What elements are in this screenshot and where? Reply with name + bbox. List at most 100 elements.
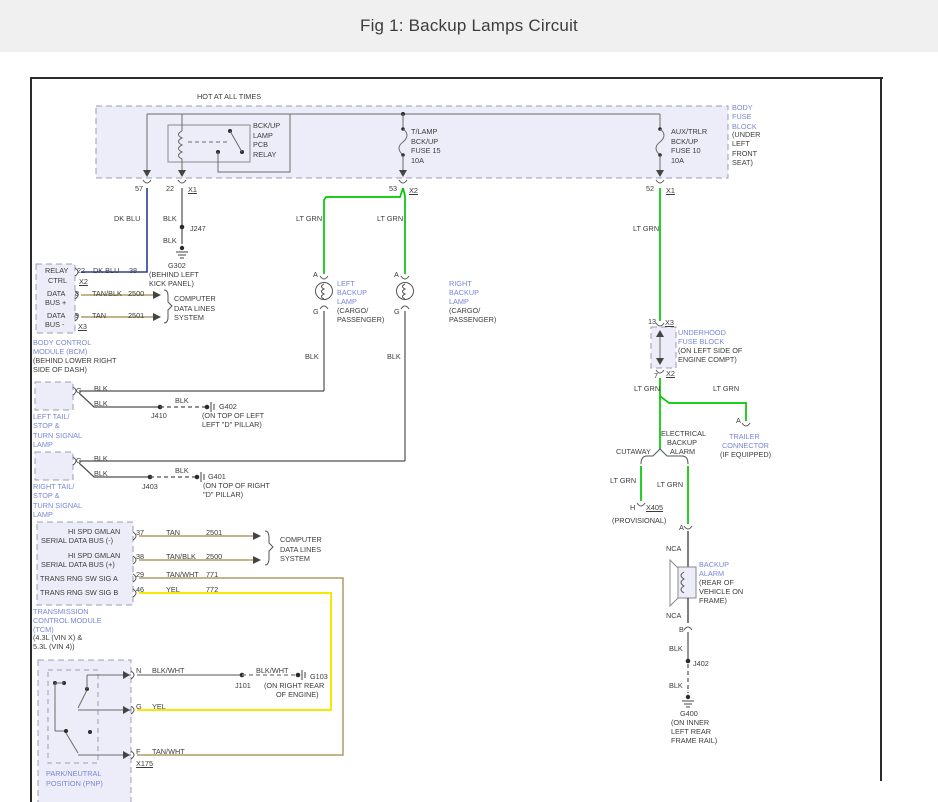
splice-j101: J101: [235, 681, 251, 690]
conn-x1-a: X1: [188, 185, 197, 194]
gnd-g400-loc: (ON INNER LEFT REAR FRAME RAIL): [671, 718, 717, 745]
pin-52: 52: [646, 184, 654, 193]
wire-blk-j247-up: BLK: [163, 214, 177, 223]
tcm-pin-gmlan-m2: SERIAL DATA BUS (-): [41, 536, 113, 545]
x405-loc: (PROVISIONAL): [612, 516, 666, 525]
ltail-blk-2: BLK: [94, 399, 108, 408]
wire-blkwht-2: BLK/WHT: [256, 666, 288, 675]
label-layer: HOT AT ALL TIMESBCK/UP LAMP PCB RELAYT/L…: [0, 52, 938, 802]
bcm-loc: (BEHIND LOWER RIGHT SIDE OF DASH): [33, 356, 117, 374]
rlamp-blk: BLK: [387, 352, 401, 361]
wire-tanblk-num: 2500: [128, 289, 144, 298]
tcm-pin-gmlan-p2: SERIAL DATA BUS (+): [41, 560, 115, 569]
body-fuse-block-loc: (UNDER LEFT FRONT SEAT): [732, 130, 760, 167]
alarm-pin-a: A: [679, 523, 684, 532]
tcm-pin-46: 46: [136, 585, 144, 594]
wire-ltgrn-dn: LT GRN: [634, 384, 660, 393]
wiring-diagram: HOT AT ALL TIMESBCK/UP LAMP PCB RELAYT/L…: [0, 52, 938, 802]
right-tail-name: RIGHT TAIL/ STOP & TURN SIGNAL LAMP: [33, 482, 82, 519]
wire-tan2501-num: 2501: [206, 528, 222, 537]
backup-alarm-name: BACKUP ALARM: [699, 560, 729, 578]
gnd-g103-loc2: OF ENGINE): [276, 690, 319, 699]
wire-ltgrn-right: LT GRN: [633, 224, 659, 233]
wire-tan-num: 2501: [128, 311, 144, 320]
llamp-pin-a: A: [313, 270, 318, 279]
wire-blk-j247-dn: BLK: [163, 236, 177, 245]
tcm-pin-38: 38: [136, 552, 144, 561]
wire-dkblu-color: DK BLU: [93, 266, 119, 275]
bcm-conn-x2: X2: [79, 277, 88, 286]
pnp-pin-f: F: [136, 747, 140, 756]
right-backup-lamp-loc: (CARGO/ PASSENGER): [449, 306, 496, 324]
pnp-pin-n: N: [136, 666, 141, 675]
wire-blk-j402-dn: BLK: [669, 681, 683, 690]
trailer-name-2: CONNECTOR: [722, 441, 769, 450]
elec-alarm-3: ALARM: [670, 447, 695, 456]
gnd-g401-loc: (ON TOP OF RIGHT "D" PILLAR): [203, 481, 270, 499]
wire-dkblu-num: 38: [129, 266, 137, 275]
pin-53: 53: [389, 184, 397, 193]
uh-pin-13: 13: [648, 317, 656, 326]
wire-ltgrn-cut1: LT GRN: [610, 476, 636, 485]
wire-dk-blu: DK BLU: [114, 214, 140, 223]
left-tail-name: LEFT TAIL/ STOP & TURN SIGNAL LAMP: [33, 412, 82, 449]
figure-title: Fig 1: Backup Lamps Circuit: [360, 16, 578, 36]
rlamp-pin-a: A: [394, 270, 399, 279]
gnd-g401: G401: [208, 472, 226, 481]
pnp-name: PARK/NEUTRAL POSITION (PNP): [46, 769, 103, 788]
body-fuse-block-name: BODY FUSE BLOCK: [732, 103, 757, 131]
wire-tanblk2500-num: 2500: [206, 552, 222, 561]
ltail-blk-3: BLK: [175, 396, 189, 405]
rtail-blk-1: BLK: [94, 454, 108, 463]
wire-ltgrn-cut2: LT GRN: [657, 480, 683, 489]
tcm-pin-gmlan-m1: HI SPD GMLAN: [68, 527, 120, 536]
right-backup-lamp-name: RIGHT BACKUP LAMP: [449, 279, 479, 306]
relay-name: BCK/UP LAMP PCB RELAY: [253, 121, 280, 159]
wire-ltgrn-trlr: LT GRN: [713, 384, 739, 393]
left-backup-lamp-loc: (CARGO/ PASSENGER): [337, 306, 384, 324]
gnd-g103-loc1: (ON RIGHT REAR: [264, 681, 324, 690]
rtail-blk-3: BLK: [175, 466, 189, 475]
rtail-pin-g: G: [76, 456, 82, 465]
wire-tanwht-color: TAN/WHT: [166, 570, 199, 579]
trailer-loc: (IF EQUIPPED): [720, 450, 771, 459]
bcm-pin-databus-p1: DATA: [47, 289, 65, 298]
ltail-pin-g: G: [76, 386, 82, 395]
tcm-pin-29: 29: [136, 570, 144, 579]
uh-pin-7: 7: [654, 371, 658, 380]
wire-tanblk-color: TAN/BLK: [92, 289, 122, 298]
pnp-pin-g: G: [136, 702, 142, 711]
llamp-blk: BLK: [305, 352, 319, 361]
conn-x1-b: X1: [666, 186, 675, 195]
gnd-g402-loc: (ON TOP OF LEFT LEFT "D" PILLAR): [202, 411, 264, 429]
wire-tan2501-color: TAN: [166, 528, 180, 537]
bcm-pin-relay2: CTRL: [48, 276, 67, 285]
trailer-pin-a: A: [736, 416, 741, 425]
computer-data-lines-2: COMPUTER DATA LINES SYSTEM: [280, 535, 322, 564]
gnd-g103: G103: [310, 672, 328, 681]
computer-data-lines-1: COMPUTER DATA LINES SYSTEM: [174, 294, 216, 323]
splice-j403: J403: [142, 482, 158, 491]
tcm-pin-siga: TRANS RNG SW SIG A: [40, 574, 118, 583]
conn-x175: X175: [136, 759, 153, 768]
wire-ltgrn-left: LT GRN: [296, 214, 322, 223]
rtail-blk-2: BLK: [94, 469, 108, 478]
wire-ltgrn-mid: LT GRN: [377, 214, 403, 223]
tlamp-fuse-name: T/LAMP BCK/UP FUSE 15 10A: [411, 127, 441, 165]
figure-title-bar: Fig 1: Backup Lamps Circuit: [0, 0, 938, 52]
wire-yel-num: 772: [206, 585, 218, 594]
bcm-pin-22: 22: [77, 266, 85, 275]
underhood-name: UNDERHOOD FUSE BLOCK: [678, 328, 726, 346]
conn-x405: X405: [646, 503, 663, 512]
alarm-pin-b: B: [679, 625, 684, 634]
wire-blkwht-1: BLK/WHT: [152, 666, 184, 675]
wire-tan-color: TAN: [92, 311, 106, 320]
elec-alarm-2: BACKUP: [667, 438, 697, 447]
trailer-name-1: TRAILER: [729, 432, 760, 441]
tcm-pin-sigb: TRANS RNG SW SIG B: [40, 588, 118, 597]
conn-x2-a: X2: [409, 186, 418, 195]
uh-conn-x3: X3: [665, 318, 674, 327]
llamp-pin-g: G: [313, 307, 319, 316]
wire-tanwht-num: 771: [206, 570, 218, 579]
bcm-name: BODY CONTROL MODULE (BCM): [33, 338, 91, 356]
